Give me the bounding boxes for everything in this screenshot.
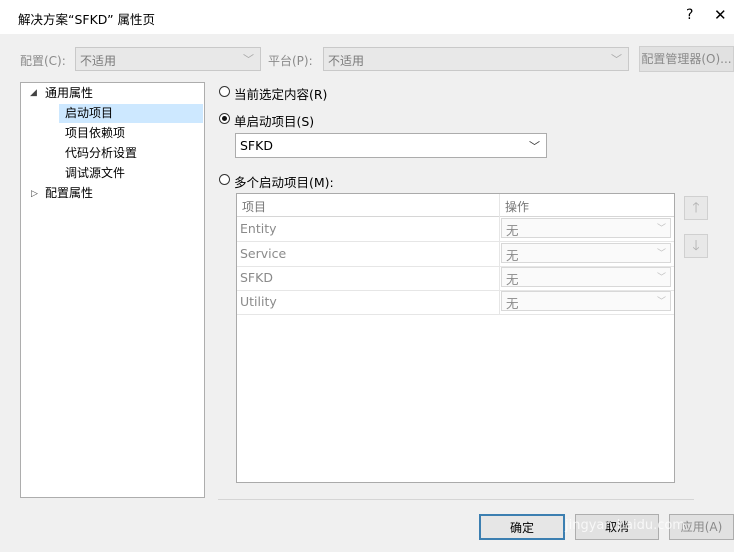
config-manager-button[interactable]: 配置管理器(O)...: [639, 46, 734, 72]
tree-item-debug-source[interactable]: 调试源文件: [65, 164, 125, 183]
row-action-select[interactable]: 无 ﹀: [501, 218, 671, 238]
tree-item-project-dependencies[interactable]: 项目依赖项: [65, 124, 125, 143]
tree-item-code-analysis[interactable]: 代码分析设置: [65, 144, 137, 163]
move-up-button[interactable]: 🡑: [684, 196, 708, 220]
config-select[interactable]: 不适用 ﹀: [75, 47, 261, 71]
grid-header-action: 操作: [505, 200, 530, 214]
tree-item-label: 启动项目: [65, 106, 114, 120]
row-action-value: 无: [506, 272, 519, 287]
single-startup-value: SFKD: [240, 138, 273, 153]
row-project: Service: [240, 246, 287, 261]
tree-item-label: 调试源文件: [65, 166, 126, 180]
chevron-down-icon: ﹀: [611, 53, 622, 66]
platform-select-value: 不适用: [328, 54, 365, 68]
expanded-triangle-icon[interactable]: ◢: [30, 88, 37, 98]
radio-current-selection[interactable]: [219, 86, 230, 97]
row-project: Utility: [240, 294, 277, 309]
tree-item-label: 通用属性: [45, 86, 94, 100]
tree-item-config-properties[interactable]: 配置属性: [45, 184, 93, 203]
ok-button[interactable]: 确定: [479, 514, 565, 540]
radio-single-startup[interactable]: [219, 113, 230, 124]
chevron-down-icon: ﹀: [656, 249, 666, 259]
row-action-value: 无: [506, 296, 519, 311]
tree-item-general[interactable]: 通用属性: [45, 84, 93, 103]
collapsed-triangle-icon[interactable]: ▷: [31, 189, 38, 199]
tree-item-startup-project[interactable]: 启动项目: [59, 104, 203, 123]
chevron-down-icon: ﹀: [243, 53, 254, 66]
chevron-down-icon: ﹀: [656, 273, 666, 283]
move-down-button[interactable]: 🡓: [684, 234, 708, 258]
row-action-select[interactable]: 无 ﹀: [501, 291, 671, 311]
chevron-down-icon: ﹀: [656, 297, 666, 307]
window-title: 解决方案“SFKD” 属性页: [18, 12, 156, 27]
row-action-select[interactable]: 无 ﹀: [501, 243, 671, 263]
property-tree: ◢ 通用属性 启动项目 项目依赖项 代码分析设置 调试源文件 ▷ 配置属性: [20, 82, 205, 498]
config-label: 配置(C):: [20, 54, 66, 68]
platform-select[interactable]: 不适用 ﹀: [323, 47, 629, 71]
chevron-down-icon: ﹀: [656, 224, 666, 234]
row-project: SFKD: [240, 270, 273, 285]
chevron-down-icon: ﹀: [529, 140, 540, 153]
radio-current-selection-label[interactable]: 当前选定内容(R): [234, 84, 327, 103]
radio-multiple-startup[interactable]: [219, 174, 230, 185]
platform-label: 平台(P):: [268, 54, 313, 68]
startup-projects-grid: 项目 操作 Entity 无 ﹀ Service 无 ﹀ SFKD 无 ﹀ Utili…: [236, 193, 675, 483]
row-action-value: 无: [506, 248, 519, 263]
radio-multiple-startup-label[interactable]: 多个启动项目(M):: [234, 172, 334, 191]
tree-item-label: 代码分析设置: [65, 146, 138, 160]
single-startup-select[interactable]: SFKD ﹀: [235, 133, 547, 158]
config-select-value: 不适用: [80, 54, 117, 68]
help-icon[interactable]: ?: [686, 7, 693, 23]
watermark: jingyan.baidu.com: [565, 518, 685, 533]
arrow-down-icon: 🡓: [692, 238, 700, 254]
row-action-value: 无: [506, 223, 519, 238]
close-icon[interactable]: ✕: [714, 6, 727, 24]
row-action-select[interactable]: 无 ﹀: [501, 267, 671, 287]
title-bar: 解决方案“SFKD” 属性页 ? ✕: [0, 0, 734, 34]
radio-single-startup-label[interactable]: 单启动项目(S): [234, 111, 314, 130]
tree-item-label: 项目依赖项: [65, 126, 126, 140]
tree-item-label: 配置属性: [45, 186, 94, 200]
row-project: Entity: [240, 221, 277, 236]
column-divider: [499, 194, 500, 314]
row-divider: [237, 241, 674, 242]
grid-header: 项目 操作: [237, 194, 674, 217]
arrow-up-icon: 🡑: [692, 200, 700, 216]
grid-header-project: 项目: [242, 200, 267, 214]
divider: [218, 499, 694, 500]
row-divider: [237, 314, 674, 315]
